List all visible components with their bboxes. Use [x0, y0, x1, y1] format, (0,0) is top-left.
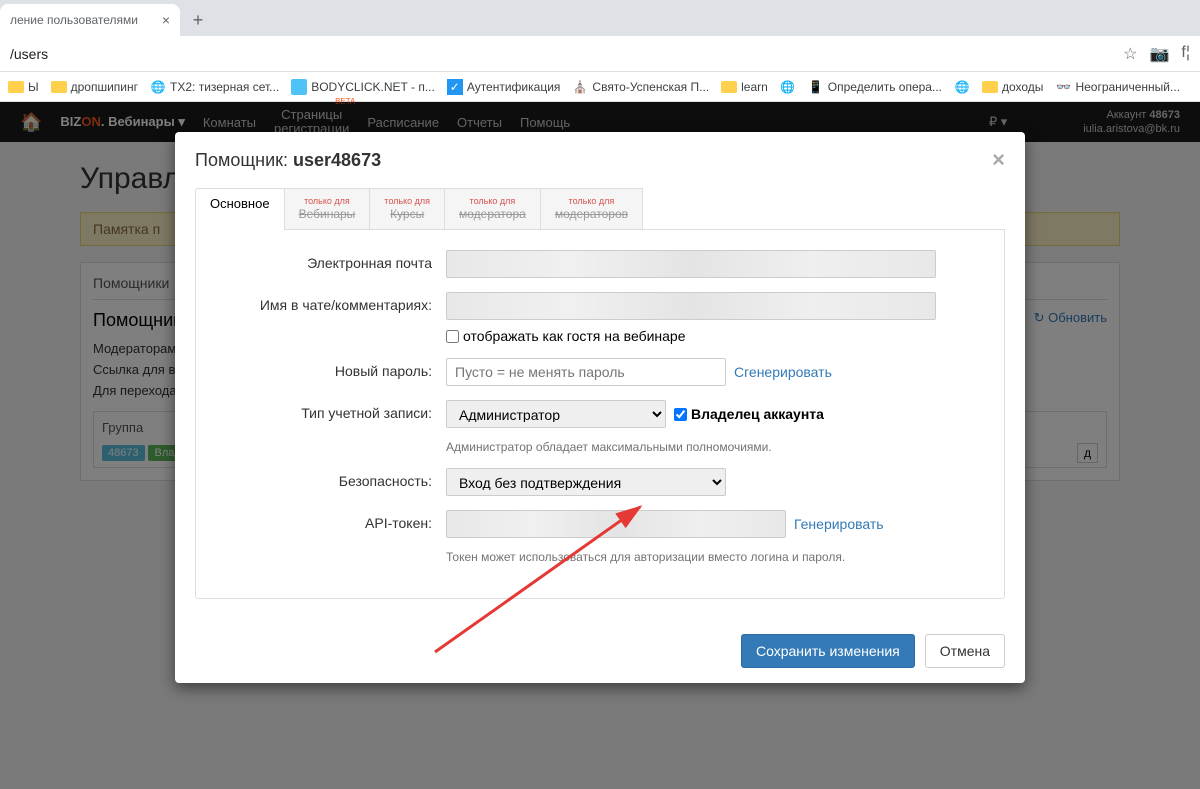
bookmark-item[interactable]: ✓Аутентификация [447, 79, 561, 95]
api-token-input[interactable] [446, 510, 786, 538]
guest-checkbox-label[interactable]: отображать как гостя на вебинаре [446, 328, 686, 344]
bookmark-item[interactable]: 🌐 [954, 79, 970, 95]
bookmark-item[interactable]: дропшипинг [51, 80, 138, 94]
owner-checkbox-label[interactable]: Владелец аккаунта [674, 406, 824, 422]
label-email: Электронная почта [216, 250, 446, 271]
save-button[interactable]: Сохранить изменения [741, 634, 915, 668]
tab-main[interactable]: Основное [195, 188, 285, 230]
tab-restricted[interactable]: только длямодератора [444, 188, 541, 230]
label-password: Новый пароль: [216, 358, 446, 379]
tab-webinars[interactable]: только дляВебинары [284, 188, 371, 230]
tab-courses[interactable]: только дляКурсы [369, 188, 445, 230]
url-input[interactable]: /users [10, 46, 1115, 62]
browser-tab-bar: ление пользователями × + [0, 0, 1200, 36]
generate-token-link[interactable]: Генерировать [794, 516, 884, 532]
bookmark-item[interactable]: 👓Неограниченный... [1055, 79, 1180, 95]
label-security: Безопасность: [216, 468, 446, 489]
account-type-select[interactable]: Администратор [446, 400, 666, 428]
chatname-input[interactable] [446, 292, 936, 320]
owner-checkbox[interactable] [674, 408, 687, 421]
generate-password-link[interactable]: Сгенерировать [734, 364, 832, 380]
admin-help-text: Администратор обладает максимальными пол… [446, 440, 984, 454]
folder-icon [8, 81, 24, 93]
folder-icon [982, 81, 998, 93]
close-icon[interactable]: × [992, 147, 1005, 173]
site-icon: ⛪ [572, 79, 588, 95]
bookmark-item[interactable]: ⛪Свято-Успенская П... [572, 79, 709, 95]
password-input[interactable] [446, 358, 726, 386]
bookmarks-bar: Ы дропшипинг 🌐ТХ2: тизерная сет... BODYC… [0, 72, 1200, 102]
extension-icon[interactable]: f¦ [1181, 44, 1190, 64]
modal-tabs: Основное только дляВебинары только дляКу… [195, 188, 1005, 230]
camera-icon[interactable]: 📷 [1149, 44, 1169, 64]
label-chatname: Имя в чате/комментариях: [216, 292, 446, 313]
bookmark-item[interactable]: 🌐ТХ2: тизерная сет... [150, 79, 279, 95]
guest-checkbox[interactable] [446, 330, 459, 343]
bookmark-item[interactable]: learn [721, 80, 768, 94]
bookmark-item[interactable]: Ы [8, 80, 39, 94]
globe-icon: 🌐 [954, 79, 970, 95]
site-icon: 👓 [1055, 79, 1071, 95]
label-account-type: Тип учетной записи: [216, 400, 446, 421]
modal-title: Помощник: user48673 [195, 150, 381, 171]
site-icon: 📱 [808, 79, 824, 95]
bookmark-item[interactable]: 🌐 [780, 79, 796, 95]
tab-restricted[interactable]: только длямодераторов [540, 188, 643, 230]
bookmark-item[interactable]: BODYCLICK.NET - п... [291, 79, 435, 95]
security-select[interactable]: Вход без подтверждения [446, 468, 726, 496]
globe-icon: 🌐 [150, 79, 166, 95]
url-bar: /users ☆ 📷 f¦ [0, 36, 1200, 72]
cancel-button[interactable]: Отмена [925, 634, 1005, 668]
site-icon: ✓ [447, 79, 463, 95]
label-api-token: API-токен: [216, 510, 446, 531]
browser-tab[interactable]: ление пользователями × [0, 4, 180, 36]
star-icon[interactable]: ☆ [1123, 44, 1137, 64]
folder-icon [51, 81, 67, 93]
bookmark-item[interactable]: 📱Определить опера... [808, 79, 942, 95]
new-tab-button[interactable]: + [184, 6, 212, 34]
globe-icon: 🌐 [780, 79, 796, 95]
tab-close-icon[interactable]: × [162, 12, 170, 28]
tab-title: ление пользователями [10, 13, 138, 27]
folder-icon [721, 81, 737, 93]
bookmark-item[interactable]: доходы [982, 80, 1043, 94]
token-help-text: Токен может использоваться для авторизац… [446, 550, 984, 564]
email-input[interactable] [446, 250, 936, 278]
site-icon [291, 79, 307, 95]
helper-modal: Помощник: user48673 × Основное только дл… [175, 132, 1025, 683]
